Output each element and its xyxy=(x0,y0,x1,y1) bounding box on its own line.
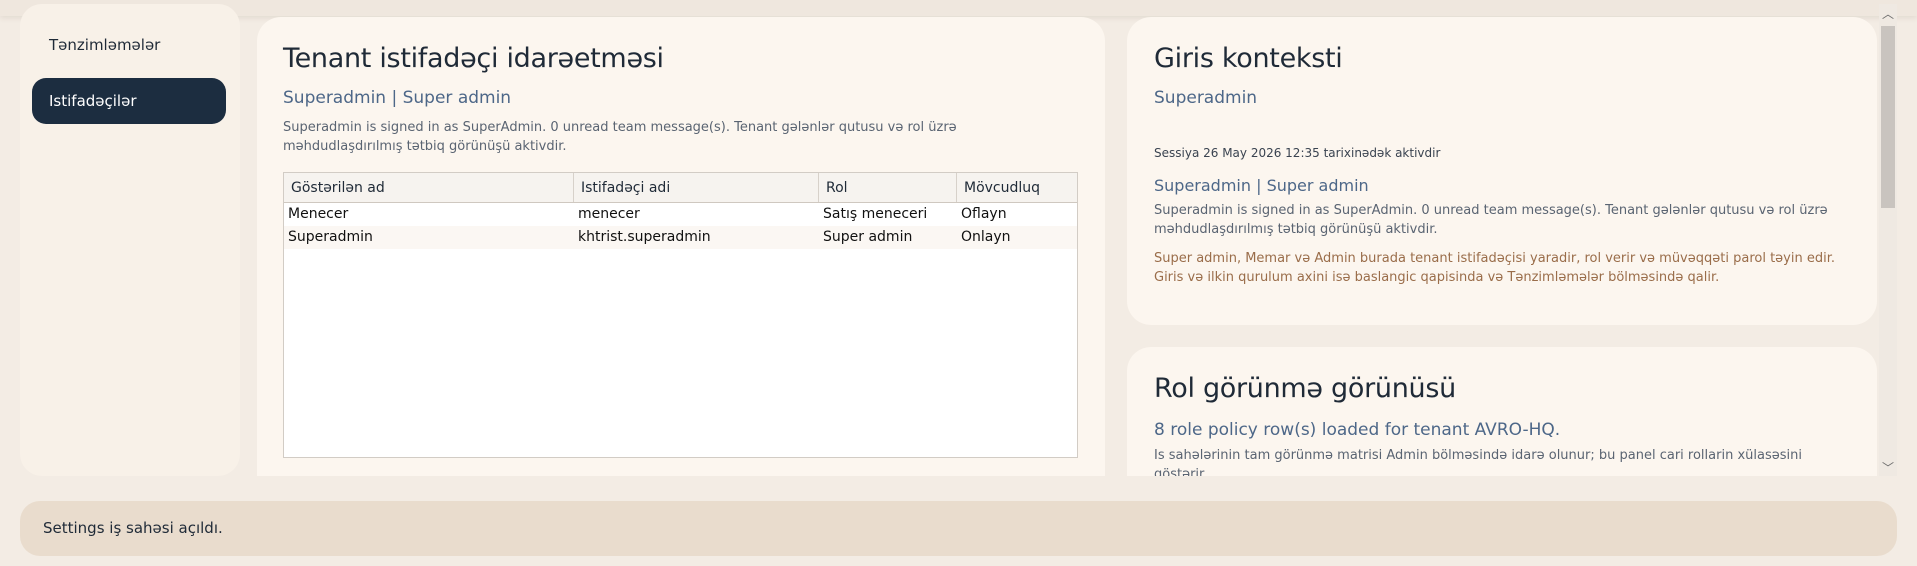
table-row[interactable]: Superadmin khtrist.superadmin Super admi… xyxy=(284,226,1077,249)
cell-username: menecer xyxy=(578,206,640,222)
users-table: Göstərilən ad Istifadəçi adi Rol Mövcudl… xyxy=(283,172,1078,458)
status-bar: Settings iş sahəsi açıldı. xyxy=(20,501,1897,556)
page-title: Tenant istifadəçi idarəetməsi xyxy=(283,43,664,74)
current-user-role: Superadmin | Super admin xyxy=(283,88,512,108)
role-visibility-title: Rol görünmə görünüsü xyxy=(1154,373,1456,404)
cell-role: Super admin xyxy=(823,229,913,245)
table-row[interactable]: Menecer menecer Satış meneceri Oflayn xyxy=(284,203,1077,226)
role-policy-summary: 8 role policy row(s) loaded for tenant A… xyxy=(1154,420,1561,440)
context-title: Giris konteksti xyxy=(1154,43,1343,74)
sidebar-item-users[interactable]: Istifadəçilər xyxy=(32,78,226,124)
role-visibility-description: Is sahələrinin tam görünmə matrisi Admin… xyxy=(1154,448,1802,476)
column-header-display-name[interactable]: Göstərilən ad xyxy=(284,173,574,202)
context-user: Superadmin xyxy=(1154,88,1258,108)
table-header: Göstərilən ad Istifadəçi adi Rol Mövcudl… xyxy=(284,173,1077,203)
cell-availability: Oflayn xyxy=(961,206,1007,222)
column-header-availability[interactable]: Mövcudluq xyxy=(957,173,1077,202)
vertical-scrollbar[interactable]: ︿ ﹀ xyxy=(1877,4,1897,476)
column-header-role[interactable]: Rol xyxy=(819,173,957,202)
scrollbar-thumb[interactable] xyxy=(1881,26,1895,208)
cell-display-name: Menecer xyxy=(288,206,349,222)
login-context-card: Giris konteksti Superadmin Sessiya 26 Ma… xyxy=(1127,17,1877,325)
sidebar-item-settings[interactable]: Tənzimləmələr xyxy=(32,22,226,68)
session-expiry: Sessiya 26 May 2026 12:35 tarixinədək ak… xyxy=(1154,146,1441,160)
cell-display-name: Superadmin xyxy=(288,229,373,245)
scroll-down-icon[interactable]: ﹀ xyxy=(1879,460,1897,476)
session-description: Superadmin is signed in as SuperAdmin. 0… xyxy=(283,120,957,154)
context-note: Super admin, Memar və Admin burada tenan… xyxy=(1154,251,1835,285)
scroll-up-icon[interactable]: ︿ xyxy=(1879,6,1897,22)
sidebar: Tənzimləmələr Istifadəçilər xyxy=(20,4,240,476)
right-panels: Giris konteksti Superadmin Sessiya 26 Ma… xyxy=(1127,17,1917,476)
cell-availability: Onlayn xyxy=(961,229,1011,245)
top-bar xyxy=(0,0,1917,16)
role-visibility-card: Rol görünmə görünüsü 8 role policy row(s… xyxy=(1127,347,1877,476)
context-description: Superadmin is signed in as SuperAdmin. 0… xyxy=(1154,203,1828,237)
user-management-panel: Tenant istifadəçi idarəetməsi Superadmin… xyxy=(257,17,1105,476)
cell-role: Satış meneceri xyxy=(823,206,928,222)
cell-username: khtrist.superadmin xyxy=(578,229,711,245)
context-role-line: Superadmin | Super admin xyxy=(1154,176,1369,195)
column-header-username[interactable]: Istifadəçi adi xyxy=(574,173,819,202)
